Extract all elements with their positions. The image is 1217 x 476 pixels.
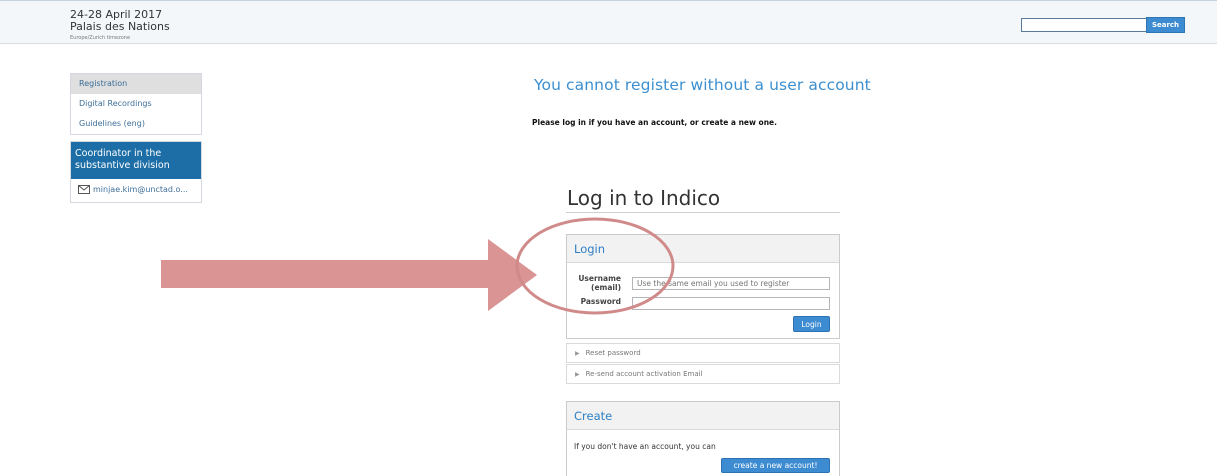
- coordinator-box: Coordinator in the substantive division …: [70, 141, 202, 203]
- coordinator-email-link[interactable]: minjae.kim@unctad.o...: [71, 179, 201, 203]
- triangle-right-icon: ▶: [575, 350, 580, 357]
- resend-activation-label: Re-send account activation Email: [585, 370, 703, 378]
- sidebar-item-registration[interactable]: Registration: [71, 74, 201, 94]
- search-input[interactable]: [1021, 18, 1147, 32]
- create-panel: Create If you don't have an account, you…: [566, 401, 840, 476]
- event-header: 24-28 April 2017 Palais des Nations Euro…: [0, 0, 1217, 44]
- event-timezone: Europe/Zurich timezone: [70, 35, 131, 41]
- login-heading: Log in to Indico: [567, 186, 721, 210]
- page-title: You cannot register without a user accou…: [534, 76, 871, 94]
- sidebar-item-digital-recordings[interactable]: Digital Recordings: [71, 94, 201, 114]
- create-account-button[interactable]: create a new account!: [721, 458, 830, 473]
- resend-activation-link[interactable]: ▶ Re-send account activation Email: [566, 364, 840, 384]
- coordinator-heading: Coordinator in the substantive division: [71, 142, 201, 179]
- create-text: If you don't have an account, you can: [574, 442, 716, 451]
- reset-password-label: Reset password: [585, 349, 641, 357]
- username-label-sub: (email): [591, 283, 621, 292]
- username-input[interactable]: [632, 277, 830, 290]
- divider: [566, 212, 840, 213]
- password-input[interactable]: [632, 297, 830, 310]
- create-panel-title: Create: [567, 402, 839, 430]
- envelope-icon: [78, 185, 90, 194]
- username-label: Username: [578, 274, 621, 283]
- sidebar-item-guidelines[interactable]: Guidelines (eng): [71, 114, 201, 134]
- login-message: Please log in if you have an account, or…: [532, 118, 777, 127]
- search-button[interactable]: Search: [1146, 17, 1185, 33]
- login-panel: Login Username (email) Password Login: [566, 234, 840, 339]
- password-label: Password: [580, 297, 621, 306]
- login-panel-title: Login: [567, 235, 839, 263]
- triangle-right-icon: ▶: [575, 371, 580, 378]
- annotation-arrow: [161, 239, 537, 311]
- event-venue: Palais des Nations: [70, 20, 170, 33]
- login-button[interactable]: Login: [793, 316, 830, 332]
- coordinator-email: minjae.kim@unctad.o...: [93, 185, 188, 194]
- sidebar-menu: Registration Digital Recordings Guidelin…: [70, 73, 202, 135]
- reset-password-link[interactable]: ▶ Reset password: [566, 343, 840, 363]
